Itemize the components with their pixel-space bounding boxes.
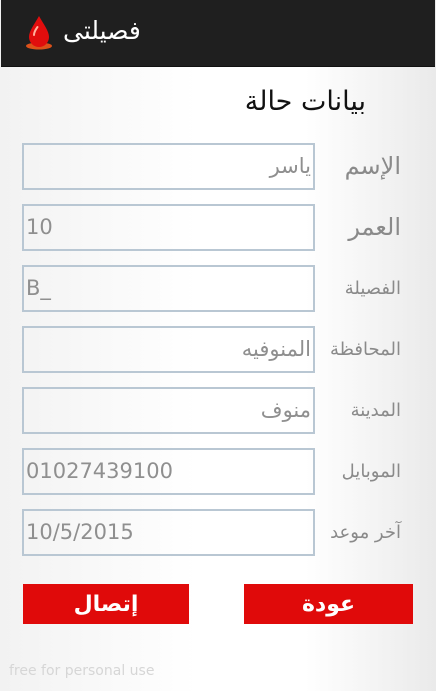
age-label: العمر — [348, 213, 401, 241]
last-appointment-row: 10/5/2015 آخر موعد — [0, 509, 436, 556]
city-label: المدينة — [350, 400, 401, 421]
blood-type-label: الفصيلة — [344, 278, 401, 299]
app-title: فصيلتى — [63, 16, 141, 45]
mobile-row: 01027439100 الموبايل — [0, 448, 436, 495]
city-row: منوف المدينة — [0, 387, 436, 434]
mobile-label: الموبايل — [341, 461, 401, 482]
blood-type-row: B_ الفصيلة — [0, 265, 436, 312]
watermark: free for personal use — [9, 663, 155, 679]
city-field[interactable]: منوف — [22, 387, 315, 434]
name-field[interactable]: ياسر — [22, 143, 315, 190]
back-button[interactable]: عودة — [244, 584, 413, 624]
blood-type-field[interactable]: B_ — [22, 265, 315, 312]
screen-background: فصيلتى بيانات حالة ياسر الإسم 10 العمر B… — [0, 0, 436, 691]
governorate-label: المحافظة — [329, 339, 401, 360]
app-bar: فصيلتى — [1, 0, 435, 67]
last-appointment-label: آخر موعد — [330, 522, 401, 543]
contact-button[interactable]: إتصال — [23, 584, 189, 624]
name-row: ياسر الإسم — [0, 143, 436, 190]
name-label: الإسم — [344, 152, 401, 180]
blood-drop-icon — [26, 16, 52, 50]
mobile-field[interactable]: 01027439100 — [22, 448, 315, 495]
age-field[interactable]: 10 — [22, 204, 315, 251]
governorate-row: المنوفيه المحافظة — [0, 326, 436, 373]
age-row: 10 العمر — [0, 204, 436, 251]
last-appointment-field[interactable]: 10/5/2015 — [22, 509, 315, 556]
page-title: بيانات حالة — [244, 86, 366, 117]
governorate-field[interactable]: المنوفيه — [22, 326, 315, 373]
